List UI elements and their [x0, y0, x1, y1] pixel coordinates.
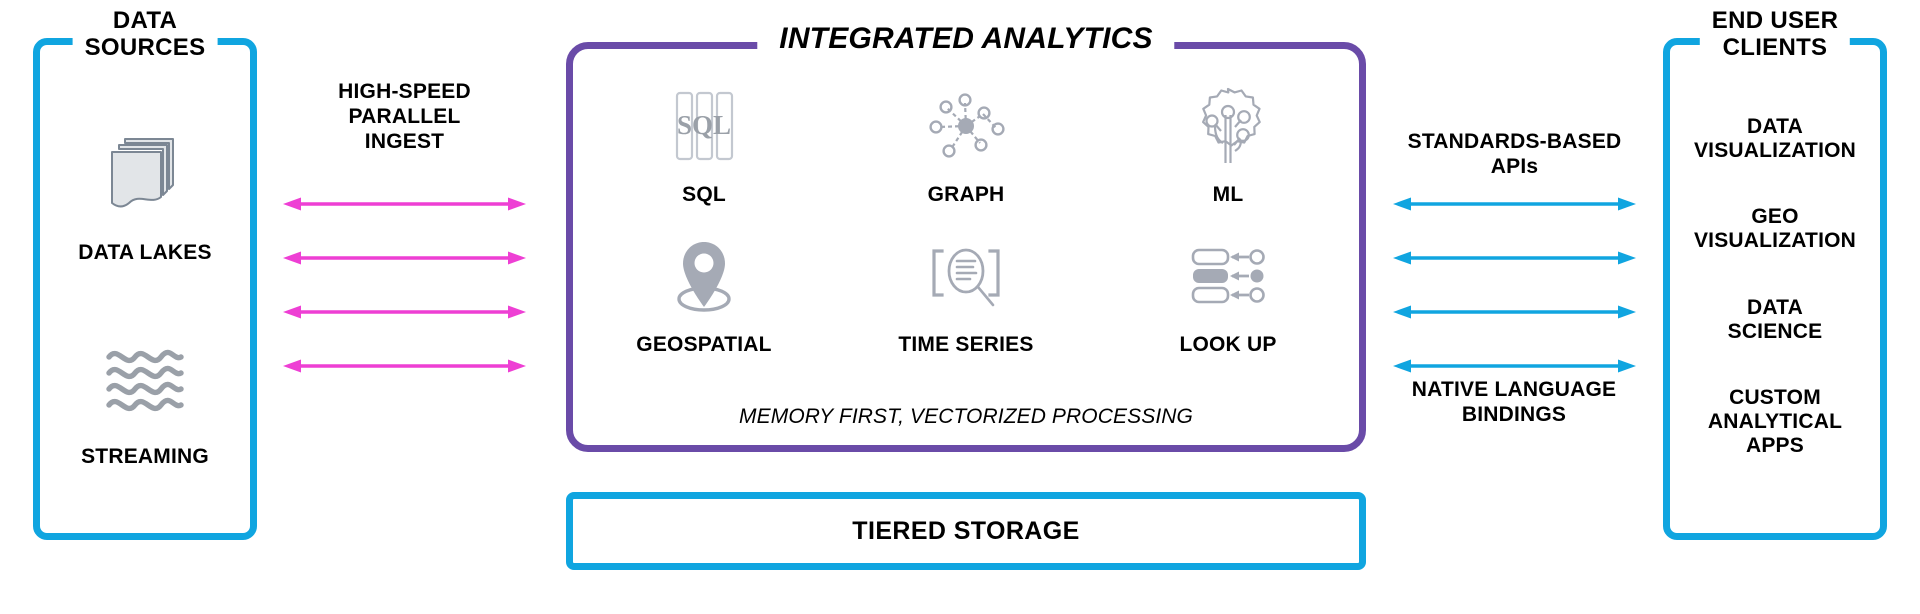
ingest-arrow-group: HIGH-SPEED PARALLEL INGEST — [283, 80, 526, 374]
apis-caption-line2: APIs — [1490, 154, 1539, 178]
ingest-caption-line1: HIGH-SPEED — [338, 80, 471, 103]
client-item-custom-analytical-apps[interactable]: CUSTOM ANALYTICAL APPS — [1708, 386, 1842, 458]
client-arrow-group: STANDARDS-BASED APIs — [1393, 130, 1636, 374]
capability-label: SQL — [682, 183, 726, 206]
capability-ml[interactable]: ML — [1185, 83, 1271, 207]
apis-caption-line1: STANDARDS-BASED — [1407, 130, 1622, 153]
client-arrow-4 — [1393, 359, 1636, 373]
stacked-documents-icon — [111, 138, 174, 208]
ingest-arrow-4 — [283, 359, 526, 373]
client-item-line3: APPS — [1745, 434, 1804, 458]
capability-sql[interactable]: SQL SQL — [661, 83, 747, 207]
client-item-line1: GEO — [1751, 205, 1799, 229]
data-source-label: DATA LAKES — [78, 241, 212, 264]
integrated-analytics-title: INTEGRATED ANALYTICS — [757, 22, 1175, 56]
data-source-item-data-lakes[interactable]: DATA LAKES — [78, 131, 212, 265]
ingest-caption-line2: PARALLEL — [348, 104, 461, 128]
capability-label: GEOSPATIAL — [636, 333, 772, 356]
client-item-geo-visualization[interactable]: GEO VISUALIZATION — [1694, 205, 1856, 253]
client-item-line2: ANALYTICAL — [1707, 409, 1843, 433]
client-item-line2: VISUALIZATION — [1693, 139, 1857, 163]
client-item-data-science[interactable]: DATA SCIENCE — [1728, 296, 1823, 344]
map-pin-icon — [677, 242, 731, 312]
native-language-bindings-caption: NATIVE LANGUAGE BINDINGS — [1412, 378, 1616, 428]
capability-time-series[interactable]: TIME SERIES — [898, 233, 1033, 357]
end-user-clients-title-line1: END USER — [1711, 7, 1839, 34]
standards-based-apis-caption: STANDARDS-BASED APIs — [1408, 130, 1622, 180]
data-sources-panel: DATA SOURCES DATA LAKES STREAMING — [33, 7, 257, 540]
client-arrow-1 — [1393, 197, 1636, 211]
ingest-arrow-3 — [283, 305, 526, 319]
capability-grid: SQL SQL GRAPH ML GEOSPATIAL TIME SERIES … — [573, 83, 1359, 357]
bindings-caption-line1: NATIVE LANGUAGE — [1411, 378, 1617, 401]
client-item-line1: DATA — [1746, 295, 1803, 319]
svg-text:SQL: SQL — [677, 110, 731, 140]
sql-columns-icon: SQL — [675, 91, 734, 161]
integrated-analytics-footnote: MEMORY FIRST, VECTORIZED PROCESSING — [739, 405, 1193, 428]
magnifier-document-icon — [932, 248, 1000, 307]
capability-label: ML — [1212, 183, 1244, 206]
capability-look-up[interactable]: LOOK UP — [1179, 233, 1276, 357]
graph-network-icon — [929, 93, 1005, 158]
end-user-clients-panel: END USER CLIENTS DATA VISUALIZATION GEO … — [1663, 7, 1887, 540]
client-item-line2: SCIENCE — [1727, 319, 1823, 343]
ingest-caption-line3: INGEST — [364, 129, 445, 153]
data-source-item-streaming[interactable]: STREAMING — [81, 335, 209, 469]
client-item-data-visualization[interactable]: DATA VISUALIZATION — [1694, 115, 1856, 163]
data-sources-title-line1: DATA — [112, 7, 178, 34]
capability-label: GRAPH — [927, 183, 1005, 206]
gear-circuit-tree-icon — [1202, 87, 1261, 163]
bindings-caption-line2: BINDINGS — [1461, 402, 1567, 426]
tiered-storage-panel: TIERED STORAGE — [566, 492, 1366, 570]
client-item-line1: CUSTOM — [1729, 385, 1821, 409]
ingest-arrow-2 — [283, 251, 526, 265]
capability-geospatial[interactable]: GEOSPATIAL — [636, 233, 772, 357]
capability-graph[interactable]: GRAPH — [923, 83, 1009, 207]
client-arrow-3 — [1393, 305, 1636, 319]
capability-label: LOOK UP — [1179, 333, 1277, 356]
integrated-analytics-panel: INTEGRATED ANALYTICS SQL SQL GRAPH ML GE… — [566, 22, 1366, 452]
data-source-label: STREAMING — [81, 445, 209, 468]
client-item-line1: DATA — [1746, 115, 1803, 138]
wave-lines-icon — [106, 349, 184, 412]
architecture-diagram: DATA SOURCES DATA LAKES STREAMING HIGH-S… — [0, 0, 1920, 614]
ingest-arrow-1 — [283, 197, 526, 211]
ingest-caption: HIGH-SPEED PARALLEL INGEST — [338, 80, 471, 154]
client-arrow-2 — [1393, 251, 1636, 265]
capability-label: TIME SERIES — [898, 333, 1034, 356]
tiered-storage-label: TIERED STORAGE — [852, 516, 1080, 545]
client-item-line2: VISUALIZATION — [1693, 229, 1857, 253]
lookup-rows-icon — [1191, 248, 1265, 304]
